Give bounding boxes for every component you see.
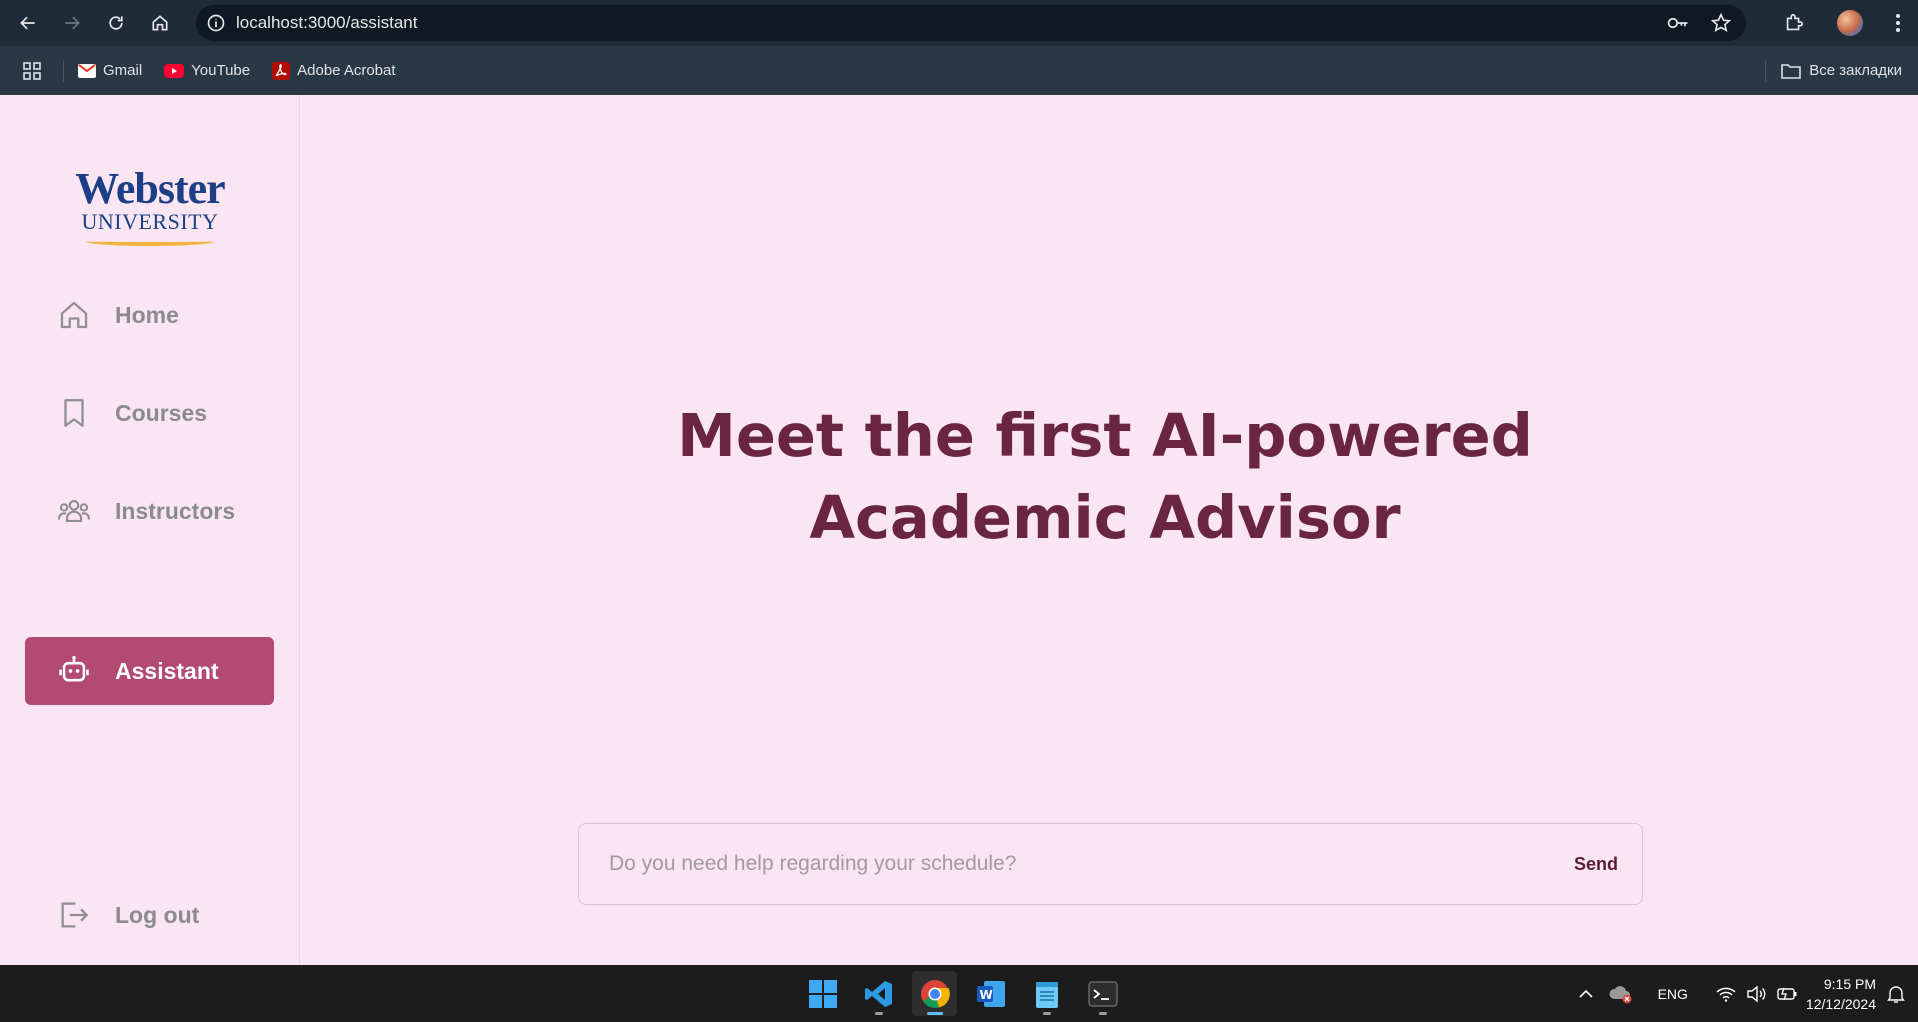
notepad-icon bbox=[1035, 981, 1058, 1008]
bookmark-icon bbox=[25, 396, 117, 430]
reload-icon bbox=[109, 16, 123, 30]
puzzle-icon bbox=[1786, 13, 1804, 31]
taskbar-terminal[interactable] bbox=[1080, 971, 1125, 1016]
bookmark-gmail[interactable]: Gmail bbox=[78, 62, 142, 79]
main-content: Meet the first AI-powered Academic Advis… bbox=[300, 95, 1918, 965]
home-button[interactable] bbox=[138, 0, 182, 46]
logo-subtitle: UNIVERSITY bbox=[81, 209, 219, 234]
extensions-button[interactable] bbox=[1766, 0, 1822, 46]
forward-button[interactable] bbox=[50, 0, 94, 46]
all-bookmarks-label: Все закладки bbox=[1809, 62, 1902, 79]
taskbar-word[interactable]: W bbox=[968, 971, 1013, 1016]
webster-logo: Webster UNIVERSITY bbox=[70, 167, 230, 251]
taskbar-vscode[interactable] bbox=[856, 971, 901, 1016]
windows-logo-icon bbox=[808, 979, 837, 1008]
logo-wordmark: Webster bbox=[75, 164, 225, 213]
taskbar-notepad[interactable] bbox=[1024, 971, 1069, 1016]
taskbar-chrome[interactable] bbox=[912, 971, 957, 1016]
clock[interactable]: 9:15 PM 12/12/2024 bbox=[1806, 974, 1876, 1014]
bookmark-label: YouTube bbox=[191, 62, 251, 79]
star-bookmark-icon[interactable] bbox=[1710, 12, 1732, 34]
bookmark-youtube[interactable]: YouTube bbox=[164, 62, 250, 79]
apps-grid-icon bbox=[22, 61, 41, 80]
send-button[interactable]: Send bbox=[1554, 854, 1642, 875]
logout-label: Log out bbox=[115, 901, 200, 928]
running-indicator bbox=[926, 1012, 943, 1015]
logout-button[interactable]: Log out bbox=[25, 881, 274, 949]
notification-bell-icon[interactable] bbox=[1886, 984, 1906, 1004]
sidebar-item-label: Assistant bbox=[115, 657, 219, 684]
back-button[interactable] bbox=[6, 0, 50, 46]
chrome-icon bbox=[920, 979, 950, 1008]
sidebar-item-home[interactable]: Home bbox=[25, 281, 274, 349]
bookmark-label: Adobe Acrobat bbox=[297, 62, 396, 79]
sidebar-item-label: Instructors bbox=[115, 497, 236, 524]
system-tray: ENG 9:15 PM 12/12/2024 bbox=[1564, 965, 1918, 1022]
youtube-icon bbox=[164, 63, 185, 78]
logout-icon bbox=[25, 898, 117, 932]
taskbar: W ENG 9:15 PM 12/12/2024 bbox=[0, 965, 1918, 1022]
volume-icon[interactable] bbox=[1746, 985, 1766, 1003]
cloud-error-icon[interactable] bbox=[1608, 984, 1634, 1004]
vscode-icon bbox=[864, 980, 892, 1007]
battery-icon[interactable] bbox=[1776, 986, 1798, 1002]
home-icon bbox=[25, 298, 117, 332]
bookmark-label: Gmail bbox=[103, 62, 143, 79]
terminal-icon bbox=[1087, 980, 1118, 1007]
sidebar-item-courses[interactable]: Courses bbox=[25, 379, 274, 447]
robot-icon bbox=[25, 654, 117, 688]
arrow-left-icon bbox=[20, 16, 35, 30]
arrow-right-icon bbox=[65, 16, 80, 30]
acrobat-icon bbox=[272, 61, 291, 80]
chevron-up-icon[interactable] bbox=[1578, 986, 1594, 1002]
start-button[interactable] bbox=[800, 971, 845, 1016]
apps-button[interactable] bbox=[0, 59, 64, 82]
bookmarks-bar: Gmail YouTube Adobe Acrobat Все закладки bbox=[0, 46, 1918, 95]
language-indicator[interactable]: ENG bbox=[1658, 986, 1688, 1002]
running-indicator bbox=[1098, 1012, 1107, 1015]
logo-swoosh bbox=[86, 237, 214, 246]
avatar bbox=[1837, 10, 1863, 36]
reload-button[interactable] bbox=[94, 0, 138, 46]
sidebar-item-label: Home bbox=[115, 301, 179, 328]
chat-input-bar: Send bbox=[578, 823, 1643, 905]
svg-text:W: W bbox=[979, 988, 992, 1002]
running-indicator bbox=[1042, 1012, 1051, 1015]
running-indicator bbox=[874, 1012, 883, 1015]
browser-toolbar: localhost:3000/assistant bbox=[0, 0, 1918, 46]
clock-date: 12/12/2024 bbox=[1805, 995, 1876, 1012]
url-text[interactable]: localhost:3000/assistant bbox=[236, 13, 417, 33]
menu-button[interactable] bbox=[1878, 0, 1918, 46]
folder-icon bbox=[1781, 63, 1802, 79]
wifi-icon[interactable] bbox=[1716, 986, 1736, 1002]
users-icon bbox=[25, 494, 117, 528]
sidebar-item-instructors[interactable]: Instructors bbox=[25, 477, 274, 545]
site-info-icon[interactable] bbox=[196, 13, 236, 33]
kebab-menu-icon bbox=[1896, 14, 1900, 32]
all-bookmarks-button[interactable]: Все закладки bbox=[1765, 46, 1902, 95]
bookmark-adobe-acrobat[interactable]: Adobe Acrobat bbox=[272, 61, 396, 80]
profile-button[interactable] bbox=[1822, 0, 1878, 46]
clock-time: 9:15 PM bbox=[1823, 975, 1876, 992]
page-headline: Meet the first AI-powered Academic Advis… bbox=[677, 401, 1533, 552]
password-key-icon[interactable] bbox=[1666, 13, 1690, 33]
home-icon bbox=[152, 15, 168, 31]
sidebar-item-label: Courses bbox=[115, 399, 208, 426]
gmail-icon bbox=[78, 63, 96, 78]
word-icon: W bbox=[976, 980, 1005, 1007]
address-bar[interactable]: localhost:3000/assistant bbox=[196, 5, 1746, 41]
chat-input[interactable] bbox=[579, 852, 1554, 876]
sidebar-item-assistant[interactable]: Assistant bbox=[25, 637, 274, 705]
sidebar: Webster UNIVERSITY Home Courses Instruct… bbox=[0, 95, 300, 965]
